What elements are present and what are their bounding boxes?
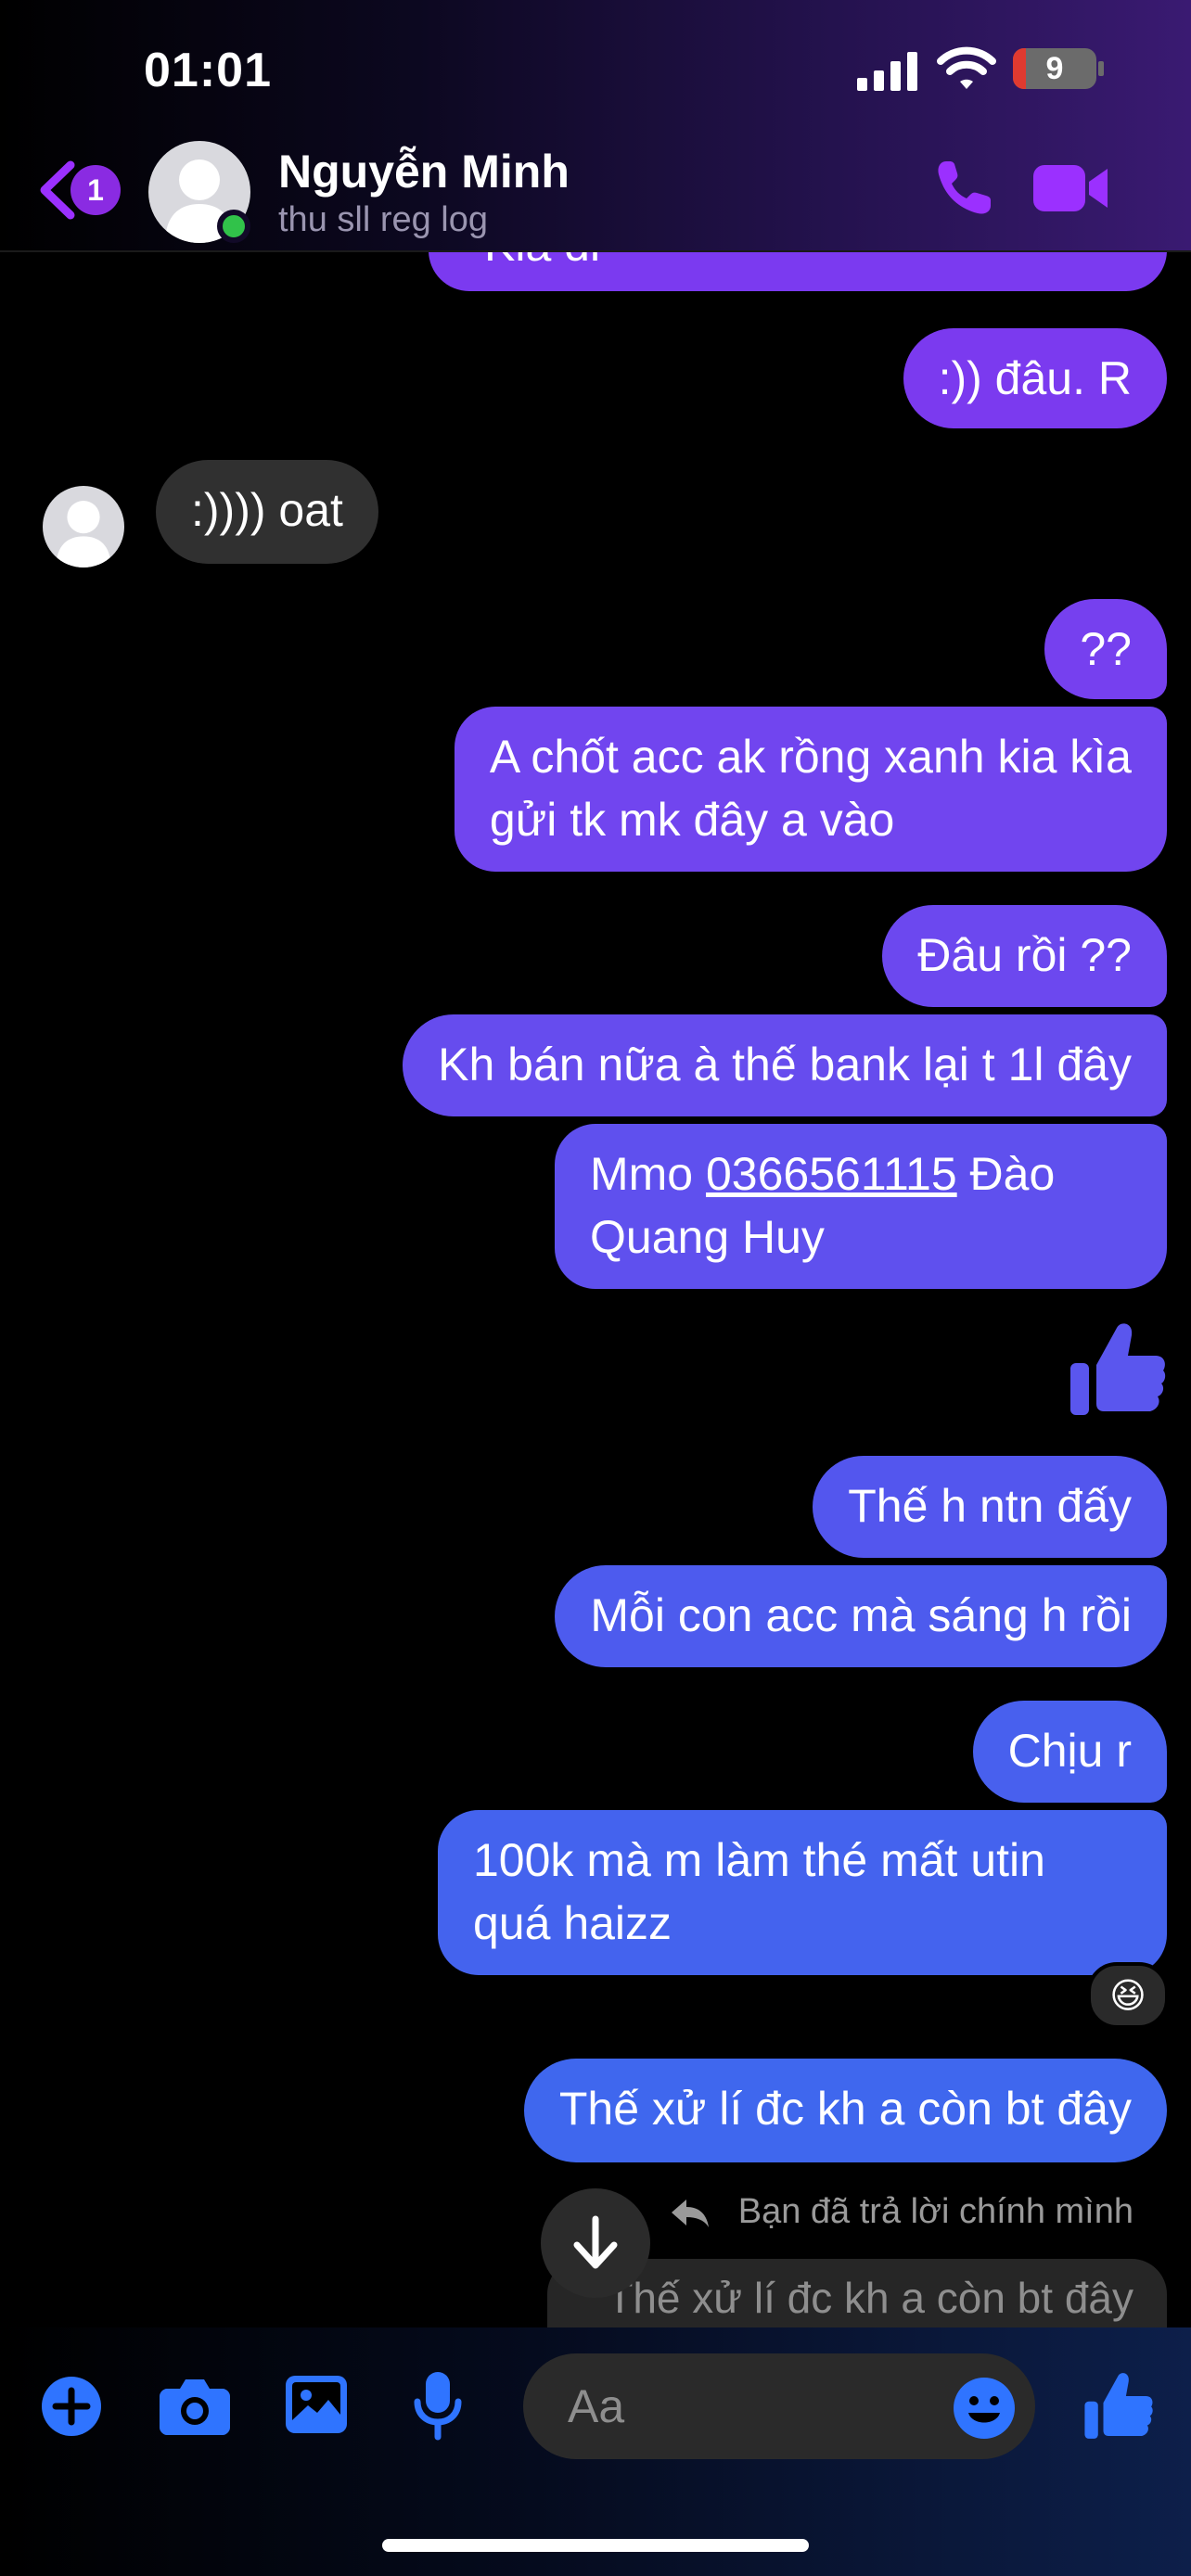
message-text-line: 100k mà m làm thé mất utin xyxy=(473,1834,1045,1886)
message-bubble-out[interactable]: :)) đâu. R xyxy=(903,328,1167,428)
message-bubble-out[interactable]: Mỗi con acc mà sáng h rồi xyxy=(555,1565,1167,1667)
plus-icon[interactable] xyxy=(41,2376,102,2437)
contact-name[interactable]: Nguyễn Minh xyxy=(278,145,570,198)
phone-call-icon[interactable] xyxy=(933,158,994,219)
unread-badge[interactable]: 1 xyxy=(70,165,121,215)
battery-level: 9 xyxy=(1045,51,1064,86)
message-text: :)) đâu. R xyxy=(938,352,1132,404)
message-bubble-out[interactable]: ?? xyxy=(1044,599,1167,699)
message-text: Kh bán nữa à thế bank lại t 1l đây xyxy=(438,1039,1132,1090)
message-text: Chịu r xyxy=(1007,1725,1132,1777)
home-indicator xyxy=(382,2539,809,2552)
camera-icon[interactable] xyxy=(160,2378,230,2435)
message-text: ?? xyxy=(1080,623,1132,675)
message-bubble-out[interactable]: Thế xử lí đc kh a còn bt đây xyxy=(523,2059,1167,2162)
reply-arrow-icon xyxy=(672,2200,709,2227)
battery-icon: 9 xyxy=(1013,48,1096,89)
message-text-line: quá haizz xyxy=(473,1897,672,1949)
message-text-line: A chốt acc ak rồng xanh kia kìa xyxy=(489,731,1132,783)
contact-status: thu sll reg log xyxy=(278,200,489,239)
message-bubble-out[interactable]: Thế h ntn đấy xyxy=(813,1456,1167,1558)
message-text-suffix: Đào xyxy=(956,1148,1056,1200)
message-bubble-out[interactable]: Mmo 0366561115 Đào Quang Huy xyxy=(555,1124,1167,1289)
scroll-to-bottom-button[interactable] xyxy=(541,2188,650,2298)
thumbs-up-sticker-icon[interactable] xyxy=(1069,1320,1167,1417)
reaction-badge[interactable]: 😆 xyxy=(1087,1962,1169,2029)
sender-avatar[interactable] xyxy=(43,486,124,567)
status-time: 01:01 xyxy=(144,44,272,97)
phone-number-link[interactable]: 0366561115 xyxy=(706,1148,957,1200)
header-divider xyxy=(0,250,1191,252)
microphone-icon[interactable] xyxy=(412,2370,464,2441)
message-text-line: Quang Huy xyxy=(590,1211,825,1263)
message-bubble-out[interactable]: A chốt acc ak rồng xanh kia kìa gửi tk m… xyxy=(454,707,1167,872)
thumbs-up-icon[interactable] xyxy=(1083,2370,1154,2441)
message-bubble-in[interactable]: :)))) oat xyxy=(156,460,378,564)
video-call-icon[interactable] xyxy=(1031,159,1109,217)
message-text: Mỗi con acc mà sáng h rồi xyxy=(590,1589,1132,1641)
photo-gallery-icon[interactable] xyxy=(284,2374,349,2435)
message-text: Thế xử lí đc kh a còn bt đây xyxy=(558,2083,1132,2135)
battery-cap xyxy=(1098,61,1104,76)
message-bubble-out[interactable]: Đâu rồi ?? xyxy=(882,905,1167,1007)
wifi-icon xyxy=(937,46,996,89)
message-text-line: Mmo 0366561115 Đào xyxy=(590,1142,1132,1205)
cellular-signal-icon xyxy=(857,52,917,91)
default-avatar-icon xyxy=(56,501,111,567)
online-indicator xyxy=(217,210,250,243)
laughing-emoji-icon: 😆 xyxy=(1109,1976,1146,2016)
message-text: :)))) oat xyxy=(191,484,343,536)
message-bubble-out[interactable]: 100k mà m làm thé mất utin quá haizz xyxy=(438,1810,1167,1975)
reply-label: Bạn đã trả lời chính mình xyxy=(737,2192,1133,2231)
message-text: Đâu rồi ?? xyxy=(917,929,1132,981)
message-bubble-out[interactable]: Kh bán nữa à thế bank lại t 1l đây xyxy=(403,1014,1167,1116)
message-bubble-out[interactable]: Chịu r xyxy=(972,1701,1167,1803)
message-text: Thế h ntn đấy xyxy=(848,1480,1132,1532)
emoji-icon[interactable] xyxy=(952,2376,1017,2441)
arrow-down-icon xyxy=(573,2215,618,2269)
message-text-line: gửi tk mk đây a vào xyxy=(489,794,895,846)
message-input-placeholder[interactable]: Aa xyxy=(568,2379,624,2433)
message-text-prefix: Mmo xyxy=(590,1148,706,1200)
